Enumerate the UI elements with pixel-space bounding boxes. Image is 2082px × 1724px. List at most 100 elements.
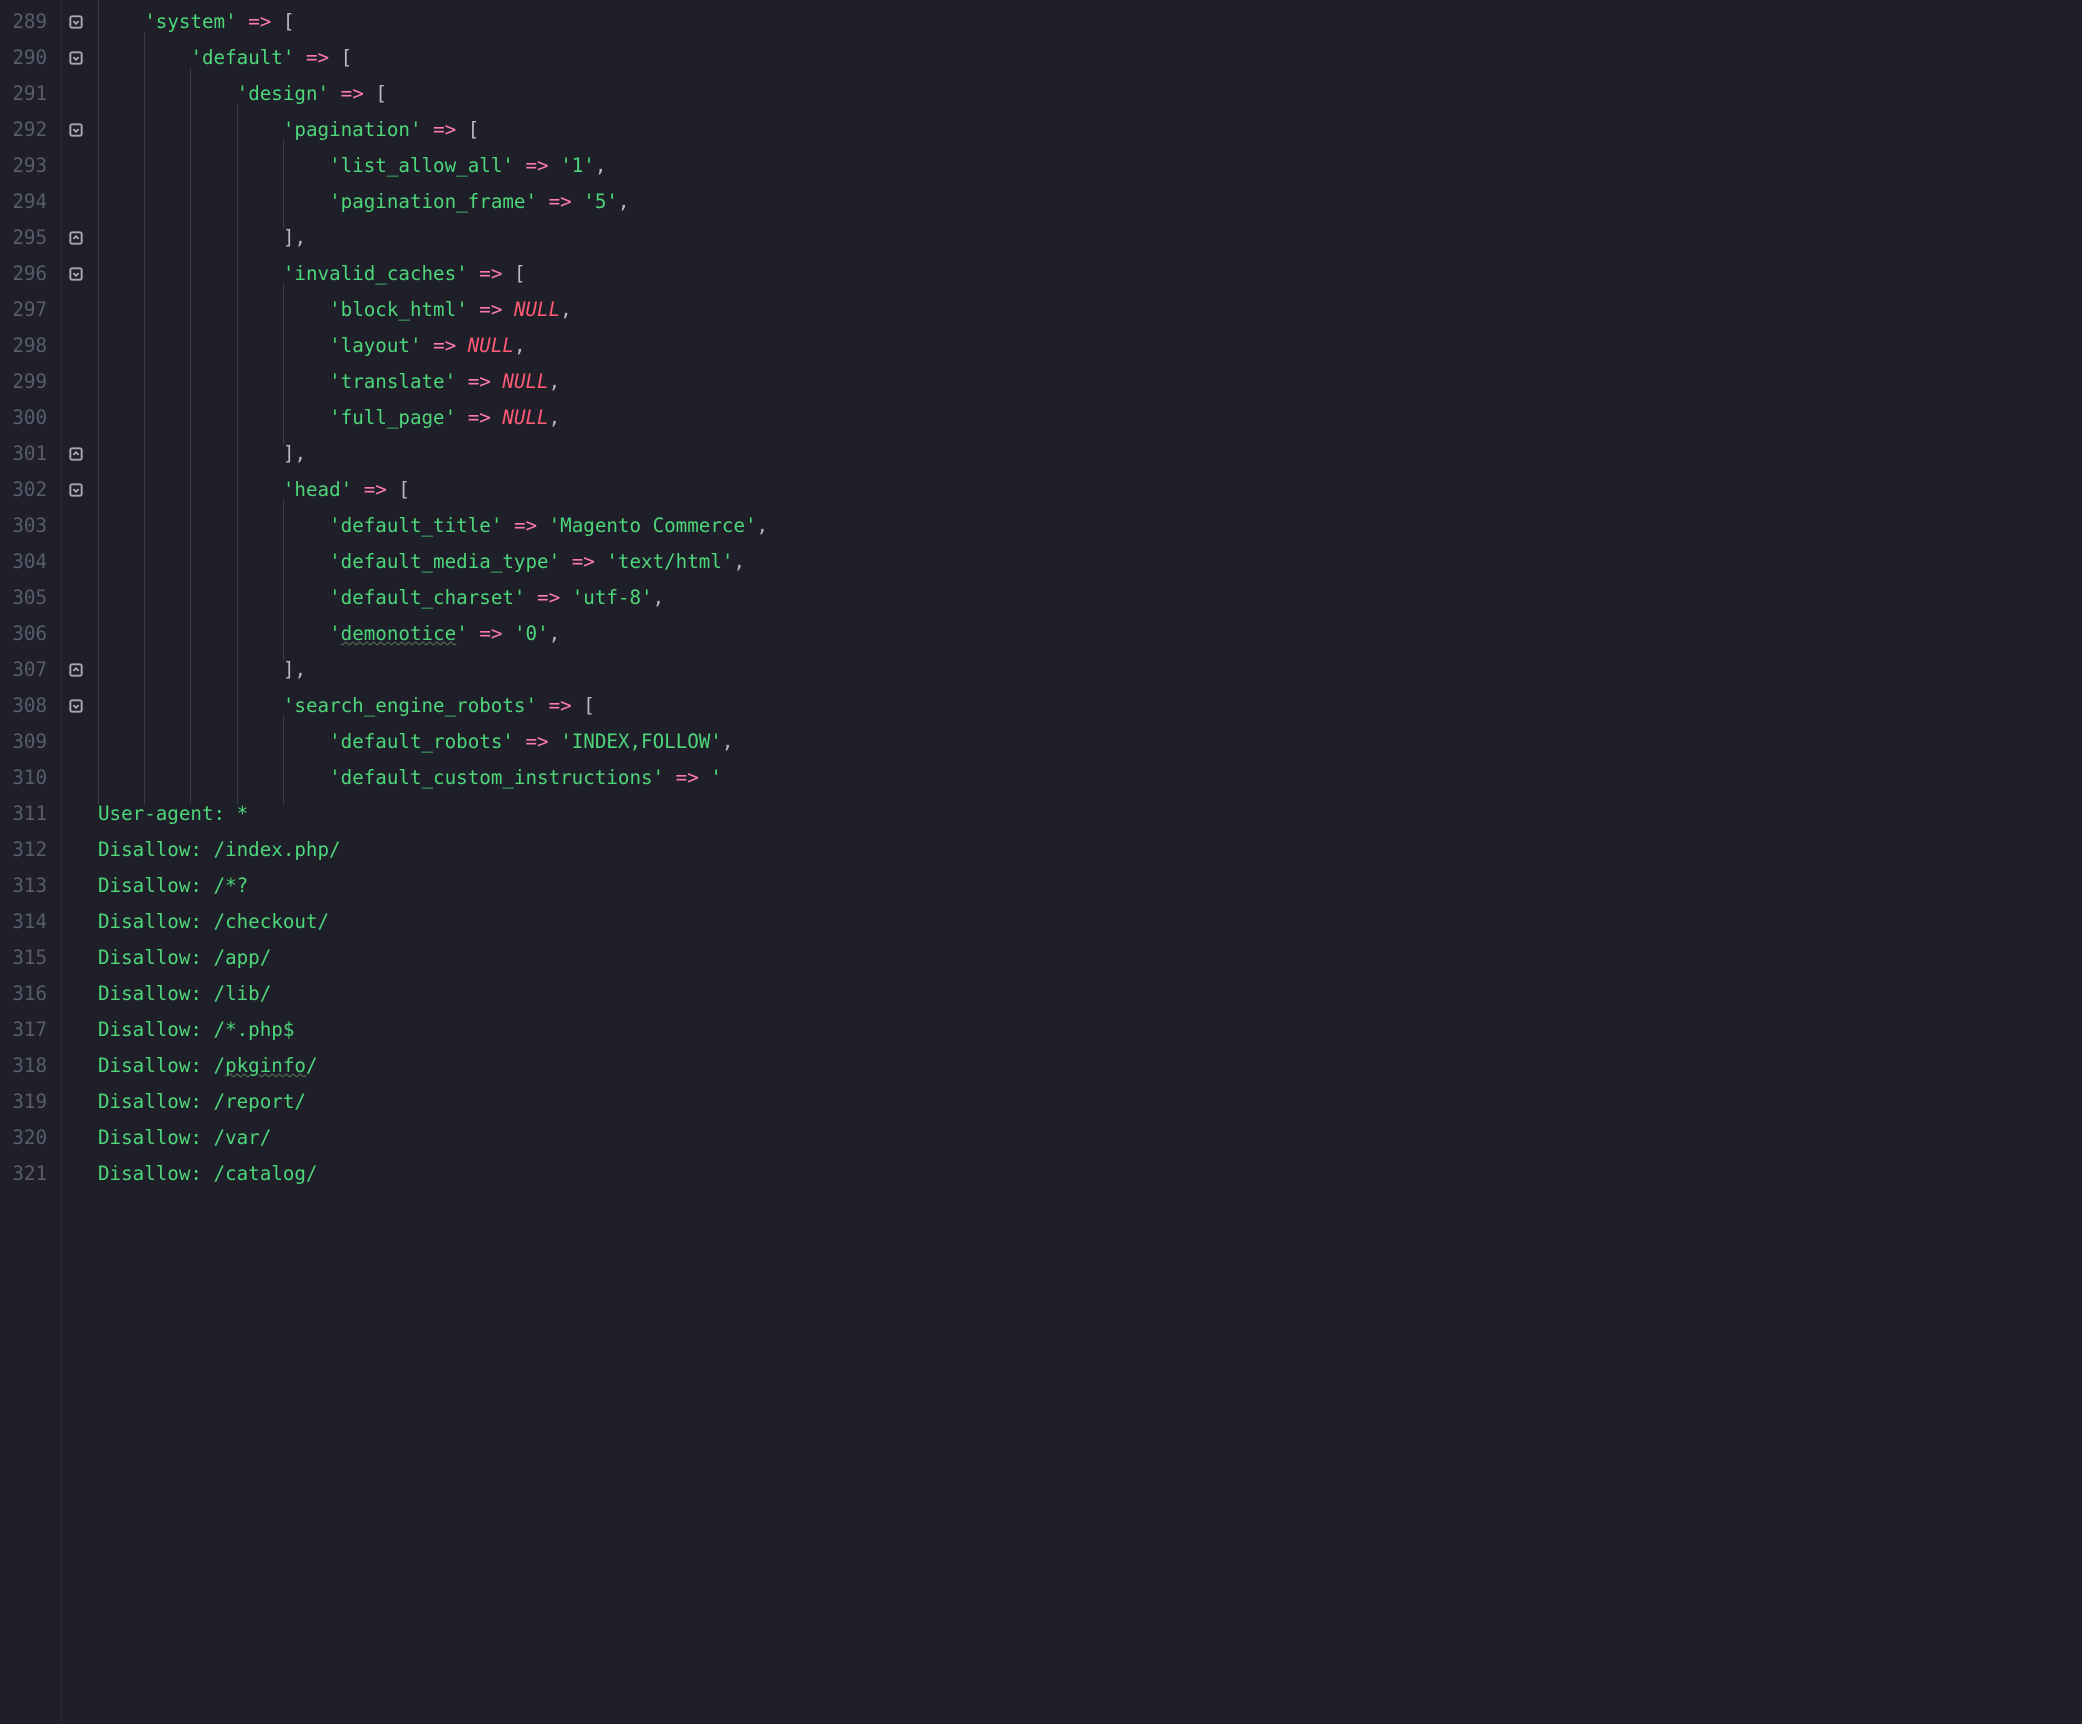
token-op: => (479, 622, 502, 645)
line-number[interactable]: 299 (10, 364, 47, 400)
code-line[interactable]: ], (98, 652, 2068, 688)
code-line[interactable]: 'pagination_frame' => '5', (98, 184, 2068, 220)
code-line[interactable]: 'default_charset' => 'utf-8', (98, 580, 2068, 616)
line-number[interactable]: 311 (10, 796, 47, 832)
code-line[interactable]: 'default_custom_instructions' => ' (98, 760, 2068, 796)
code-line[interactable]: Disallow: /var/ (98, 1120, 2068, 1156)
code-line[interactable]: 'layout' => NULL, (98, 328, 2068, 364)
line-number[interactable]: 304 (10, 544, 47, 580)
code-line[interactable]: Disallow: /report/ (98, 1084, 2068, 1120)
token-cm: , (618, 190, 630, 213)
token-txt (549, 730, 561, 753)
code-line[interactable]: 'translate' => NULL, (98, 364, 2068, 400)
line-number[interactable]: 296 (10, 256, 47, 292)
line-number[interactable]: 298 (10, 328, 47, 364)
fold-toggle-icon[interactable] (62, 220, 90, 256)
code-line[interactable]: 'invalid_caches' => [ (98, 256, 2068, 292)
line-number[interactable]: 292 (10, 112, 47, 148)
line-number[interactable]: 319 (10, 1084, 47, 1120)
line-number[interactable]: 290 (10, 40, 47, 76)
token-cm: , (733, 550, 745, 573)
line-number[interactable]: 317 (10, 1012, 47, 1048)
token-nl: NULL (468, 334, 514, 357)
fold-spacer (62, 724, 90, 760)
line-number[interactable]: 309 (10, 724, 47, 760)
code-area[interactable]: 'system' => [ 'default' => [ 'design' =>… (90, 0, 2068, 1724)
scrollbar-track[interactable] (2068, 0, 2082, 1724)
fold-spacer (62, 796, 90, 832)
line-number[interactable]: 306 (10, 616, 47, 652)
fold-toggle-icon[interactable] (62, 256, 90, 292)
token-s: 'INDEX,FOLLOW' (560, 730, 722, 753)
line-number[interactable]: 308 (10, 688, 47, 724)
code-line[interactable]: Disallow: /checkout/ (98, 904, 2068, 940)
fold-spacer (62, 328, 90, 364)
line-number[interactable]: 295 (10, 220, 47, 256)
code-line[interactable]: 'search_engine_robots' => [ (98, 688, 2068, 724)
line-number[interactable]: 321 (10, 1156, 47, 1192)
line-number[interactable]: 316 (10, 976, 47, 1012)
code-line[interactable]: ], (98, 220, 2068, 256)
line-number[interactable]: 303 (10, 508, 47, 544)
line-number[interactable]: 302 (10, 472, 47, 508)
code-line[interactable]: ], (98, 436, 2068, 472)
line-number[interactable]: 301 (10, 436, 47, 472)
line-number[interactable]: 300 (10, 400, 47, 436)
line-number[interactable]: 293 (10, 148, 47, 184)
fold-toggle-icon[interactable] (62, 112, 90, 148)
code-line[interactable]: 'list_allow_all' => '1', (98, 148, 2068, 184)
code-line[interactable]: 'default_robots' => 'INDEX,FOLLOW', (98, 724, 2068, 760)
code-editor[interactable]: 2892902912922932942952962972982993003013… (0, 0, 2082, 1724)
fold-toggle-icon[interactable] (62, 472, 90, 508)
fold-toggle-icon[interactable] (62, 652, 90, 688)
token-s: 'default_charset' (329, 586, 525, 609)
code-line[interactable]: 'demonotice' => '0', (98, 616, 2068, 652)
fold-toggle-icon[interactable] (62, 436, 90, 472)
token-cm: , (294, 658, 306, 681)
line-number[interactable]: 312 (10, 832, 47, 868)
code-line[interactable]: Disallow: /index.php/ (98, 832, 2068, 868)
code-line[interactable]: 'default' => [ (98, 40, 2068, 76)
code-line[interactable]: Disallow: /*? (98, 868, 2068, 904)
token-s: ' (456, 622, 468, 645)
line-number[interactable]: 305 (10, 580, 47, 616)
code-line[interactable]: 'system' => [ (98, 4, 2068, 40)
code-line[interactable]: User-agent: * (98, 796, 2068, 832)
fold-spacer (62, 1012, 90, 1048)
token-cm: , (549, 370, 561, 393)
code-line[interactable]: 'block_html' => NULL, (98, 292, 2068, 328)
code-line[interactable]: Disallow: /pkginfo/ (98, 1048, 2068, 1084)
fold-toggle-icon[interactable] (62, 4, 90, 40)
code-line[interactable]: Disallow: /*.php$ (98, 1012, 2068, 1048)
token-s: 'head' (283, 478, 352, 501)
fold-toggle-icon[interactable] (62, 688, 90, 724)
code-line[interactable]: 'default_media_type' => 'text/html', (98, 544, 2068, 580)
code-line[interactable]: Disallow: /lib/ (98, 976, 2068, 1012)
token-br: [ (375, 82, 387, 105)
line-number[interactable]: 310 (10, 760, 47, 796)
code-line[interactable]: 'design' => [ (98, 76, 2068, 112)
code-line[interactable]: Disallow: /catalog/ (98, 1156, 2068, 1192)
code-line[interactable]: 'full_page' => NULL, (98, 400, 2068, 436)
line-number[interactable]: 313 (10, 868, 47, 904)
line-number[interactable]: 294 (10, 184, 47, 220)
line-number[interactable]: 318 (10, 1048, 47, 1084)
code-line[interactable]: 'default_title' => 'Magento Commerce', (98, 508, 2068, 544)
code-line[interactable]: 'head' => [ (98, 472, 2068, 508)
line-number[interactable]: 314 (10, 904, 47, 940)
token-txt (560, 586, 572, 609)
line-number[interactable]: 289 (10, 4, 47, 40)
token-s: Disallow: /var/ (98, 1126, 271, 1149)
line-number[interactable]: 307 (10, 652, 47, 688)
line-number[interactable]: 320 (10, 1120, 47, 1156)
token-s: 'design' (237, 82, 329, 105)
token-txt (514, 154, 526, 177)
fold-toggle-icon[interactable] (62, 40, 90, 76)
code-line[interactable]: Disallow: /app/ (98, 940, 2068, 976)
line-number[interactable]: 291 (10, 76, 47, 112)
line-number[interactable]: 297 (10, 292, 47, 328)
code-line[interactable]: 'pagination' => [ (98, 112, 2068, 148)
fold-spacer (62, 364, 90, 400)
line-number[interactable]: 315 (10, 940, 47, 976)
token-cm: , (757, 514, 769, 537)
